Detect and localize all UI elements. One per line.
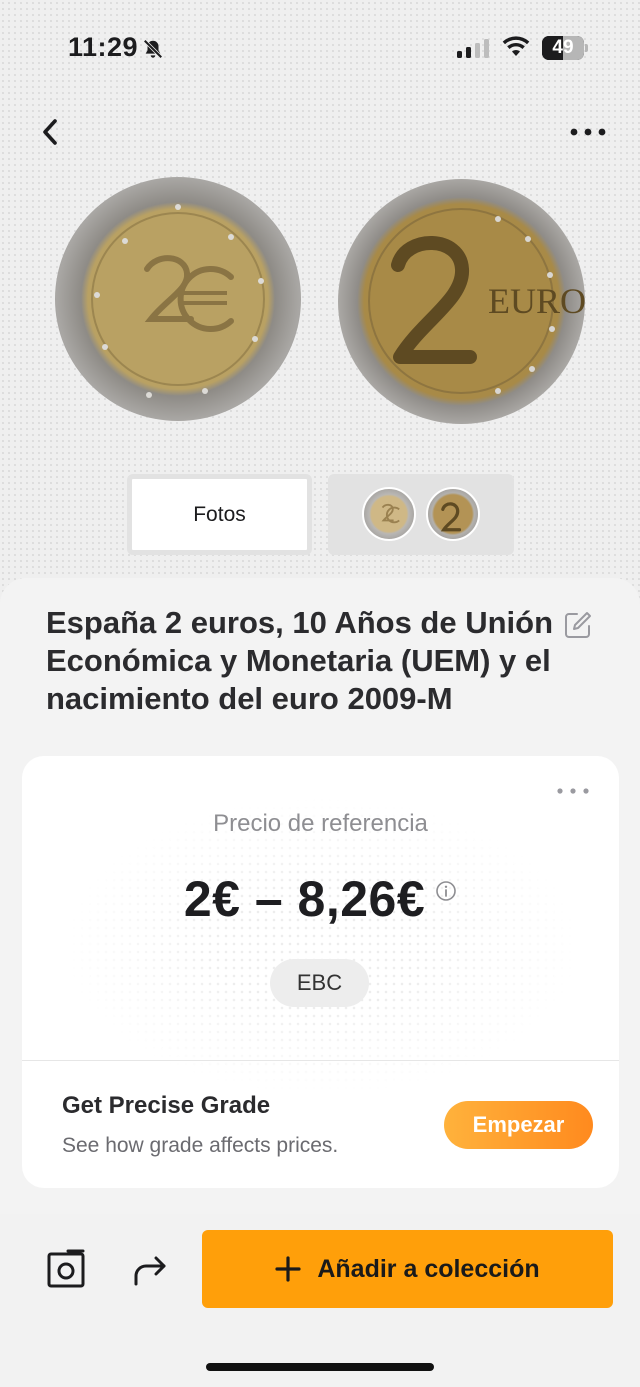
coin-reverse-image[interactable]: EURO — [338, 179, 586, 424]
grade-promo-title: Get Precise Grade — [62, 1092, 271, 1119]
price-range: 2€ – 8,26€ — [22, 870, 619, 928]
decorative-dot-pattern — [62, 796, 582, 1096]
add-to-collection-label: Añadir a colección — [317, 1254, 540, 1283]
tab-photos[interactable]: Fotos — [127, 474, 312, 555]
home-indicator — [206, 1363, 434, 1371]
price-range-value: 2€ – 8,26€ — [183, 871, 426, 927]
battery-icon: 49 — [542, 36, 588, 60]
card-divider — [22, 1060, 619, 1061]
tab-coin-thumbnails[interactable] — [328, 474, 514, 555]
card-more-icon[interactable] — [555, 784, 591, 798]
bell-muted-icon — [143, 39, 163, 59]
coin-title: España 2 euros, 10 Años de Unión Económi… — [46, 605, 554, 716]
coin-reverse-thumbnail — [426, 487, 480, 541]
battery-percent: 49 — [552, 37, 574, 58]
coin-obverse-thumbnail — [362, 487, 416, 541]
status-time: 11:29 — [68, 32, 139, 62]
reference-price-label: Precio de referencia — [213, 810, 428, 837]
tab-photos-label: Fotos — [193, 502, 246, 526]
back-chevron-icon[interactable] — [36, 112, 66, 152]
camera-icon[interactable] — [46, 1248, 88, 1290]
cellular-signal-icon — [457, 39, 489, 58]
status-bar: 11:29 49 — [0, 0, 640, 96]
edit-icon[interactable] — [563, 610, 593, 640]
plus-icon — [275, 1256, 301, 1282]
wifi-icon — [502, 36, 530, 56]
grade-badge[interactable]: EBC — [270, 959, 369, 1007]
coin-obverse-image[interactable] — [55, 177, 301, 421]
info-icon[interactable] — [435, 880, 457, 902]
add-to-collection-button[interactable]: Añadir a colección — [202, 1230, 613, 1308]
more-options-icon[interactable] — [568, 118, 608, 146]
price-card: Precio de referencia 2€ – 8,26€ EBC Get … — [22, 756, 619, 1188]
coin-euro-text: EURO — [488, 281, 585, 321]
grade-promo-subtitle: See how grade affects prices. — [62, 1134, 339, 1157]
share-arrow-icon[interactable] — [128, 1250, 170, 1290]
start-button[interactable]: Empezar — [444, 1101, 593, 1149]
